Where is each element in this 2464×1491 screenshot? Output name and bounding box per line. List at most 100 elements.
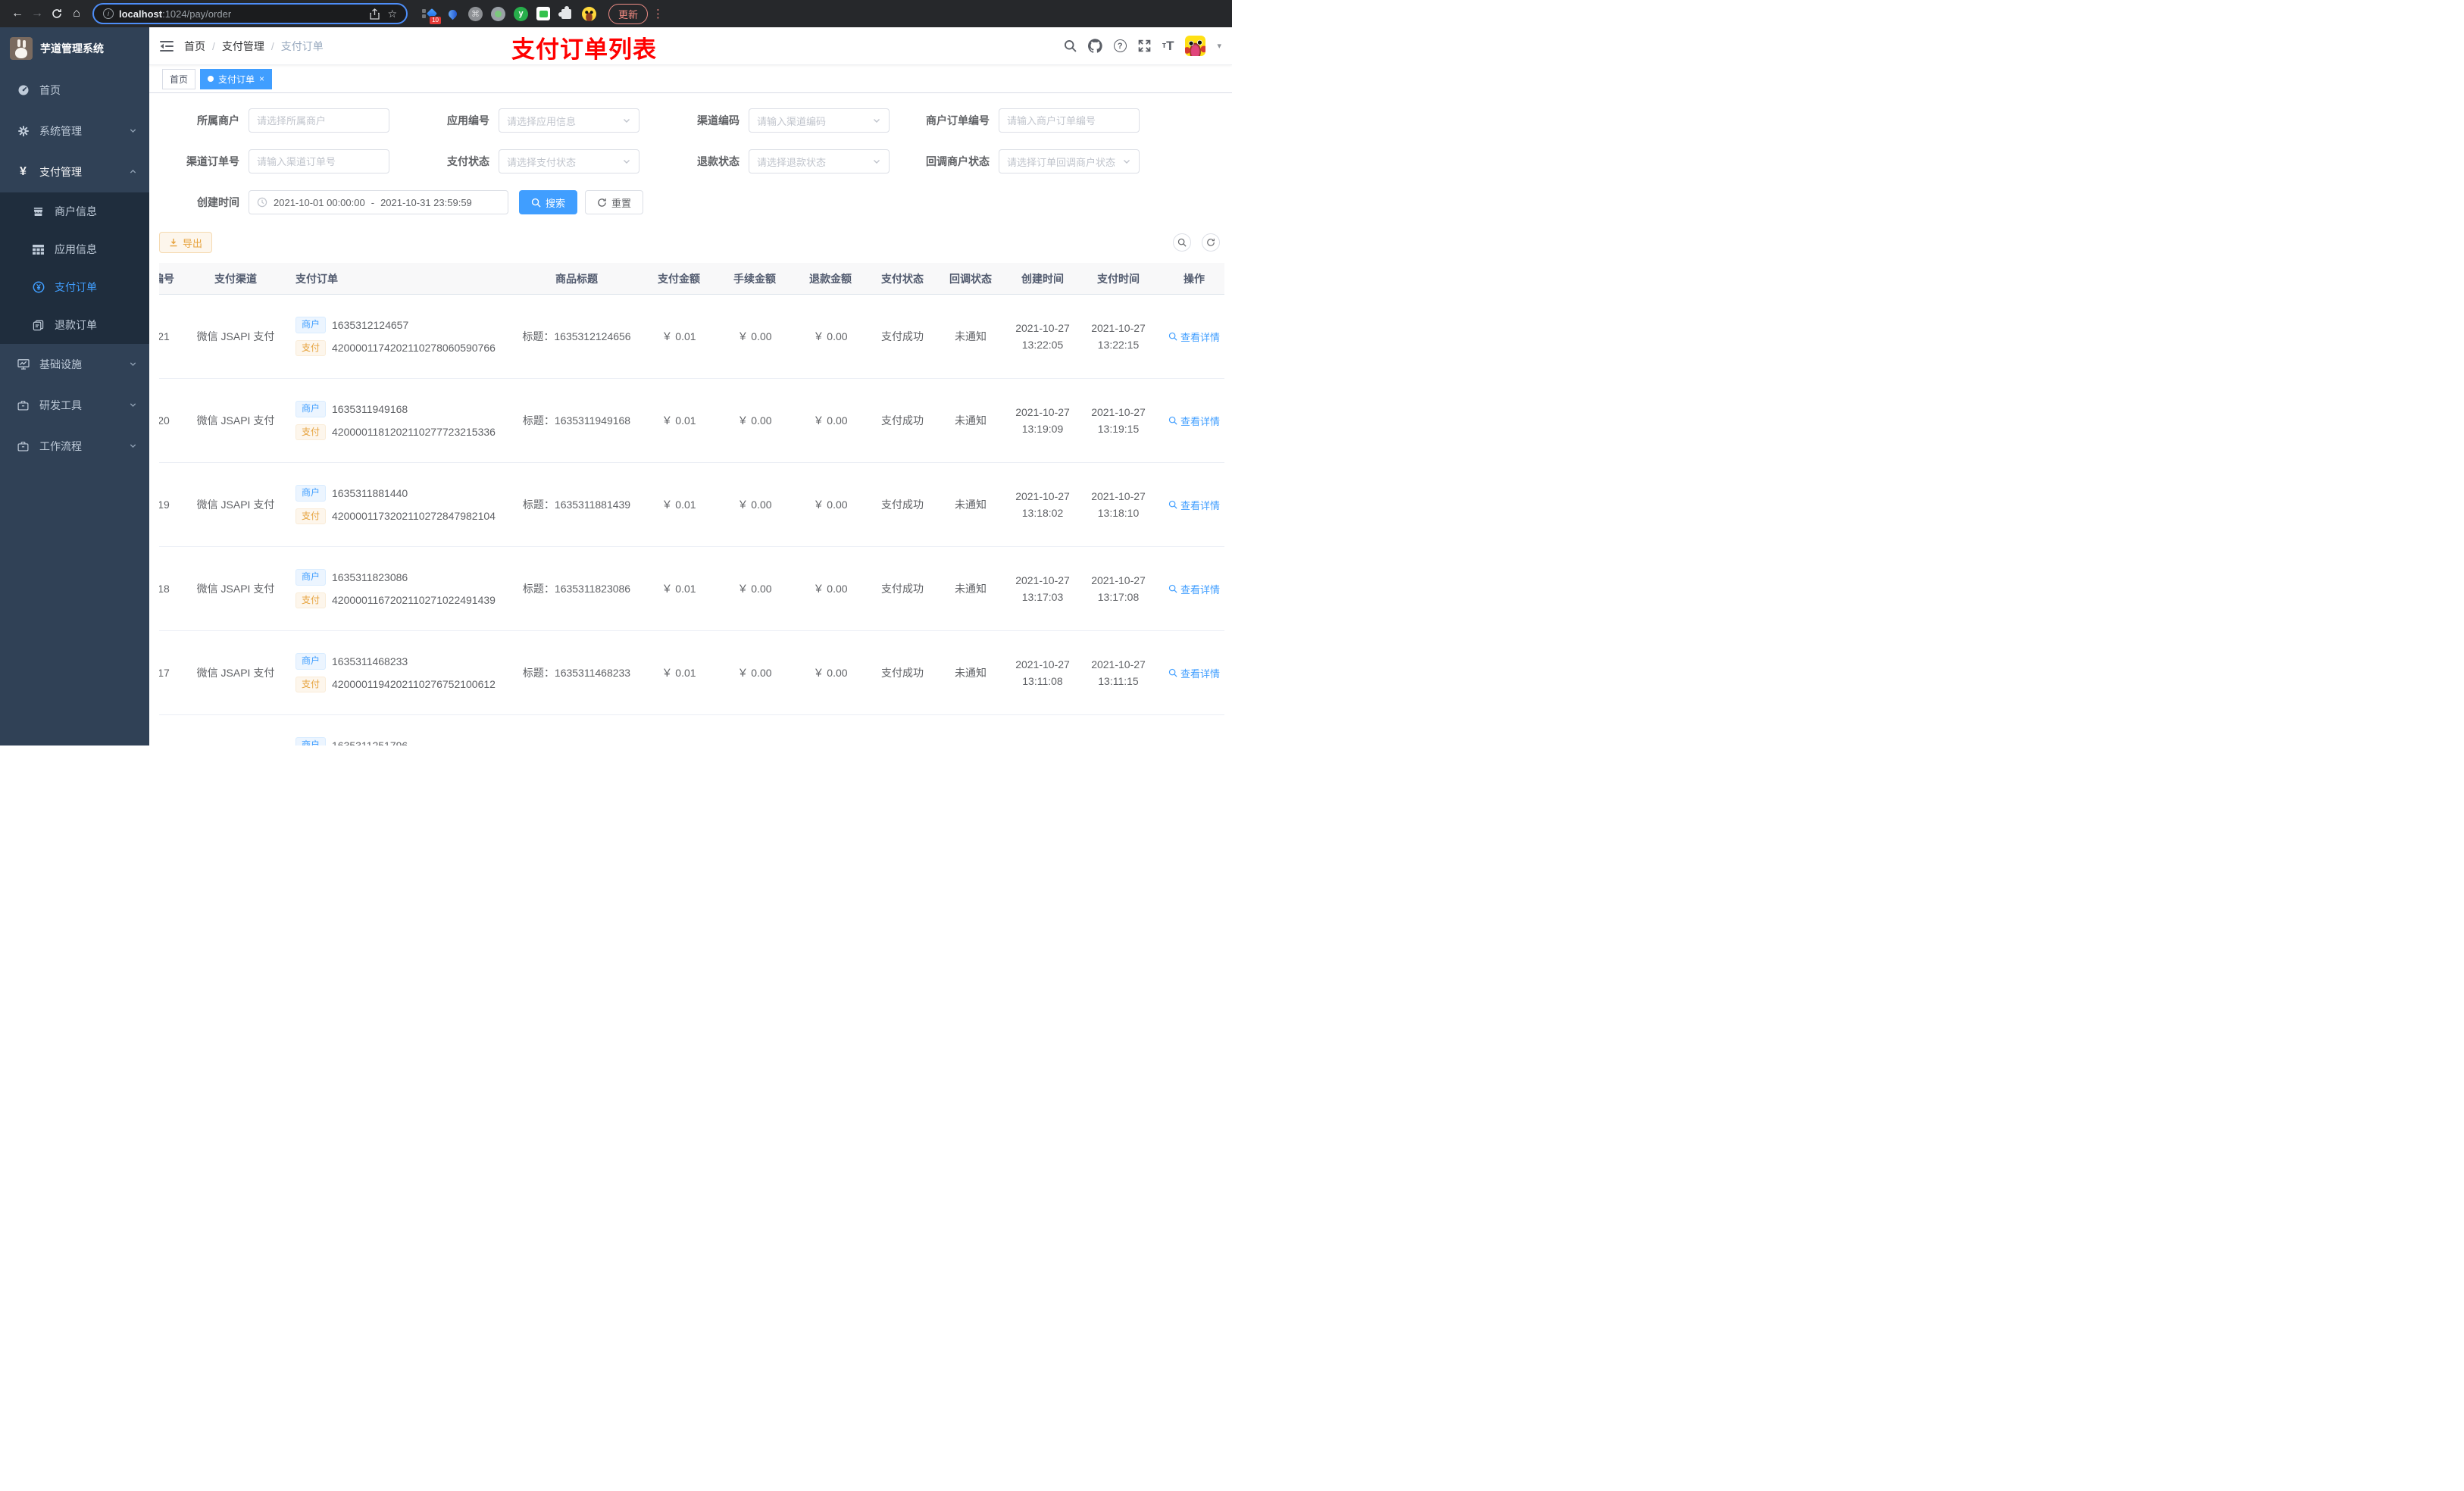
col-order: 支付订单 xyxy=(295,272,338,285)
refresh-table-button[interactable] xyxy=(1202,233,1220,252)
hamburger-icon xyxy=(160,40,174,52)
chevron-down-icon xyxy=(129,125,137,137)
address-bar[interactable]: i localhost:1024/pay/order ☆ xyxy=(92,3,408,24)
sidebar-logo: 芋道管理系统 xyxy=(0,27,149,70)
reset-button[interactable]: 重置 xyxy=(585,190,644,214)
cell-id: 19 xyxy=(159,499,170,511)
extension-emoji-icon[interactable] xyxy=(582,6,596,21)
sidebar-item-payment[interactable]: ¥ 支付管理 xyxy=(0,152,149,192)
bookmark-star-icon[interactable]: ☆ xyxy=(387,8,397,20)
briefcase-icon xyxy=(17,441,30,452)
sidebar-item-refund-order[interactable]: 退款订单 xyxy=(0,306,149,344)
view-detail-link[interactable]: 查看详情 xyxy=(1168,582,1220,596)
sidebar-item-label: 工作流程 xyxy=(39,440,82,452)
sidebar-item-home[interactable]: 首页 xyxy=(0,70,149,111)
sidebar-item-label: 首页 xyxy=(39,84,61,96)
monitor-icon xyxy=(17,358,30,370)
refresh-icon xyxy=(1207,239,1215,246)
browser-back-button[interactable]: ← xyxy=(8,4,27,23)
channel-order-no-input[interactable] xyxy=(249,149,389,173)
help-icon[interactable]: ? xyxy=(1113,39,1127,52)
extension-record-icon[interactable] xyxy=(491,6,505,21)
font-size-icon[interactable]: тT xyxy=(1162,39,1174,52)
chevron-down-icon xyxy=(1124,160,1130,164)
merchant-tag: 商户 xyxy=(295,316,327,333)
tab-pay-order[interactable]: 支付订单 × xyxy=(200,68,273,89)
avatar[interactable] xyxy=(1185,36,1206,56)
view-detail-link[interactable]: 查看详情 xyxy=(1168,330,1220,344)
refund-status-select[interactable]: 请选择退款状态 xyxy=(749,149,890,173)
cell-channel: 微信 JSAPI 支付 xyxy=(196,330,275,342)
cell-status: 支付成功 xyxy=(881,667,924,679)
fullscreen-icon[interactable] xyxy=(1138,39,1151,52)
browser-menu-icon[interactable]: ⋮ xyxy=(652,7,664,20)
search-button[interactable]: 搜索 xyxy=(519,190,578,214)
cell-id: 18 xyxy=(159,583,170,595)
toolbox-icon xyxy=(17,400,30,411)
col-status: 支付状态 xyxy=(881,272,924,285)
pay-tag: 支付 xyxy=(295,592,327,609)
github-icon[interactable] xyxy=(1087,39,1102,53)
sidebar-collapse-button[interactable] xyxy=(149,40,184,52)
site-info-icon[interactable]: i xyxy=(103,8,114,19)
sidebar-item-system[interactable]: 系统管理 xyxy=(0,111,149,152)
extension-diamond-icon[interactable]: 10 xyxy=(421,6,442,25)
merchant-order-no-input[interactable] xyxy=(999,108,1140,133)
extension-command-icon[interactable]: ⌘ xyxy=(468,6,483,21)
chevron-down-icon xyxy=(129,399,137,411)
browser-reload-button[interactable] xyxy=(47,4,67,23)
sidebar-item-workflow[interactable]: 工作流程 xyxy=(0,426,149,467)
breadcrumb-home[interactable]: 首页 xyxy=(184,39,205,54)
sidebar-item-merchant-info[interactable]: 商户信息 xyxy=(0,192,149,230)
create-time-range-input[interactable]: 2021-10-01 00:00:00 - 2021-10-31 23:59:5… xyxy=(249,190,508,214)
cell-id: 20 xyxy=(159,414,170,427)
notify-status-select[interactable]: 请选择订单回调商户状态 xyxy=(999,149,1140,173)
active-dot-icon xyxy=(208,76,214,82)
browser-forward-button[interactable]: → xyxy=(27,4,47,23)
search-icon[interactable] xyxy=(1064,39,1077,52)
browser-update-button[interactable]: 更新 xyxy=(608,3,649,24)
cell-amount: ￥ 0.01 xyxy=(661,583,696,595)
breadcrumb: 首页 / 支付管理 / 支付订单 xyxy=(184,39,324,54)
sidebar-item-devtools[interactable]: 研发工具 xyxy=(0,385,149,426)
reload-icon xyxy=(52,9,61,18)
document-icon xyxy=(32,320,45,331)
cell-paid: 2021-10-27 13:11:15 xyxy=(1091,658,1146,687)
extension-y-icon[interactable]: y xyxy=(514,6,528,21)
sidebar-item-label: 研发工具 xyxy=(39,399,82,411)
pay-tag: 支付 xyxy=(295,676,327,693)
cell-created: 2021-10-27 13:18:02 xyxy=(1015,490,1070,519)
pay-status-select[interactable]: 请选择支付状态 xyxy=(499,149,639,173)
view-detail-link[interactable]: 查看详情 xyxy=(1168,666,1220,680)
cell-title: 标题：1635311949168 xyxy=(522,414,631,427)
merchant-input[interactable] xyxy=(249,108,389,133)
cell-status: 支付成功 xyxy=(881,583,924,595)
close-icon[interactable]: × xyxy=(259,73,264,84)
sidebar-item-label: 退款订单 xyxy=(55,319,97,331)
channel-code-select[interactable]: 请输入渠道编码 xyxy=(749,108,890,133)
app-select[interactable]: 请选择应用信息 xyxy=(499,108,639,133)
extension-puzzle-icon[interactable] xyxy=(558,5,574,21)
sidebar-item-label: 商户信息 xyxy=(55,205,97,217)
export-button[interactable]: 导出 xyxy=(159,232,213,253)
view-detail-link[interactable]: 查看详情 xyxy=(1168,498,1220,512)
share-icon[interactable] xyxy=(370,8,380,20)
sidebar-item-infra[interactable]: 基础设施 xyxy=(0,344,149,385)
tab-home[interactable]: 首页 xyxy=(162,68,196,89)
sidebar-item-label: 系统管理 xyxy=(39,125,82,137)
extension-chat-icon[interactable] xyxy=(536,7,550,20)
extension-badge: 10 xyxy=(429,16,442,25)
view-detail-link[interactable]: 查看详情 xyxy=(1168,414,1220,428)
tabs-bar: 首页 支付订单 × xyxy=(149,65,1232,93)
merchant-order-no: 1635312124657 xyxy=(332,318,409,331)
browser-home-button[interactable]: ⌂ xyxy=(67,4,86,23)
cell-id: 17 xyxy=(159,667,170,679)
toggle-search-button[interactable] xyxy=(1173,233,1191,252)
sidebar-item-pay-order[interactable]: 支付订单 xyxy=(0,268,149,306)
chevron-down-icon xyxy=(624,160,630,164)
avatar-caret-icon[interactable]: ▾ xyxy=(1217,41,1221,51)
sidebar-item-app-info[interactable]: 应用信息 xyxy=(0,230,149,268)
col-created: 创建时间 xyxy=(1021,272,1064,285)
extension-pin-icon[interactable] xyxy=(445,6,460,21)
breadcrumb-pay-mgmt[interactable]: 支付管理 xyxy=(222,39,264,54)
